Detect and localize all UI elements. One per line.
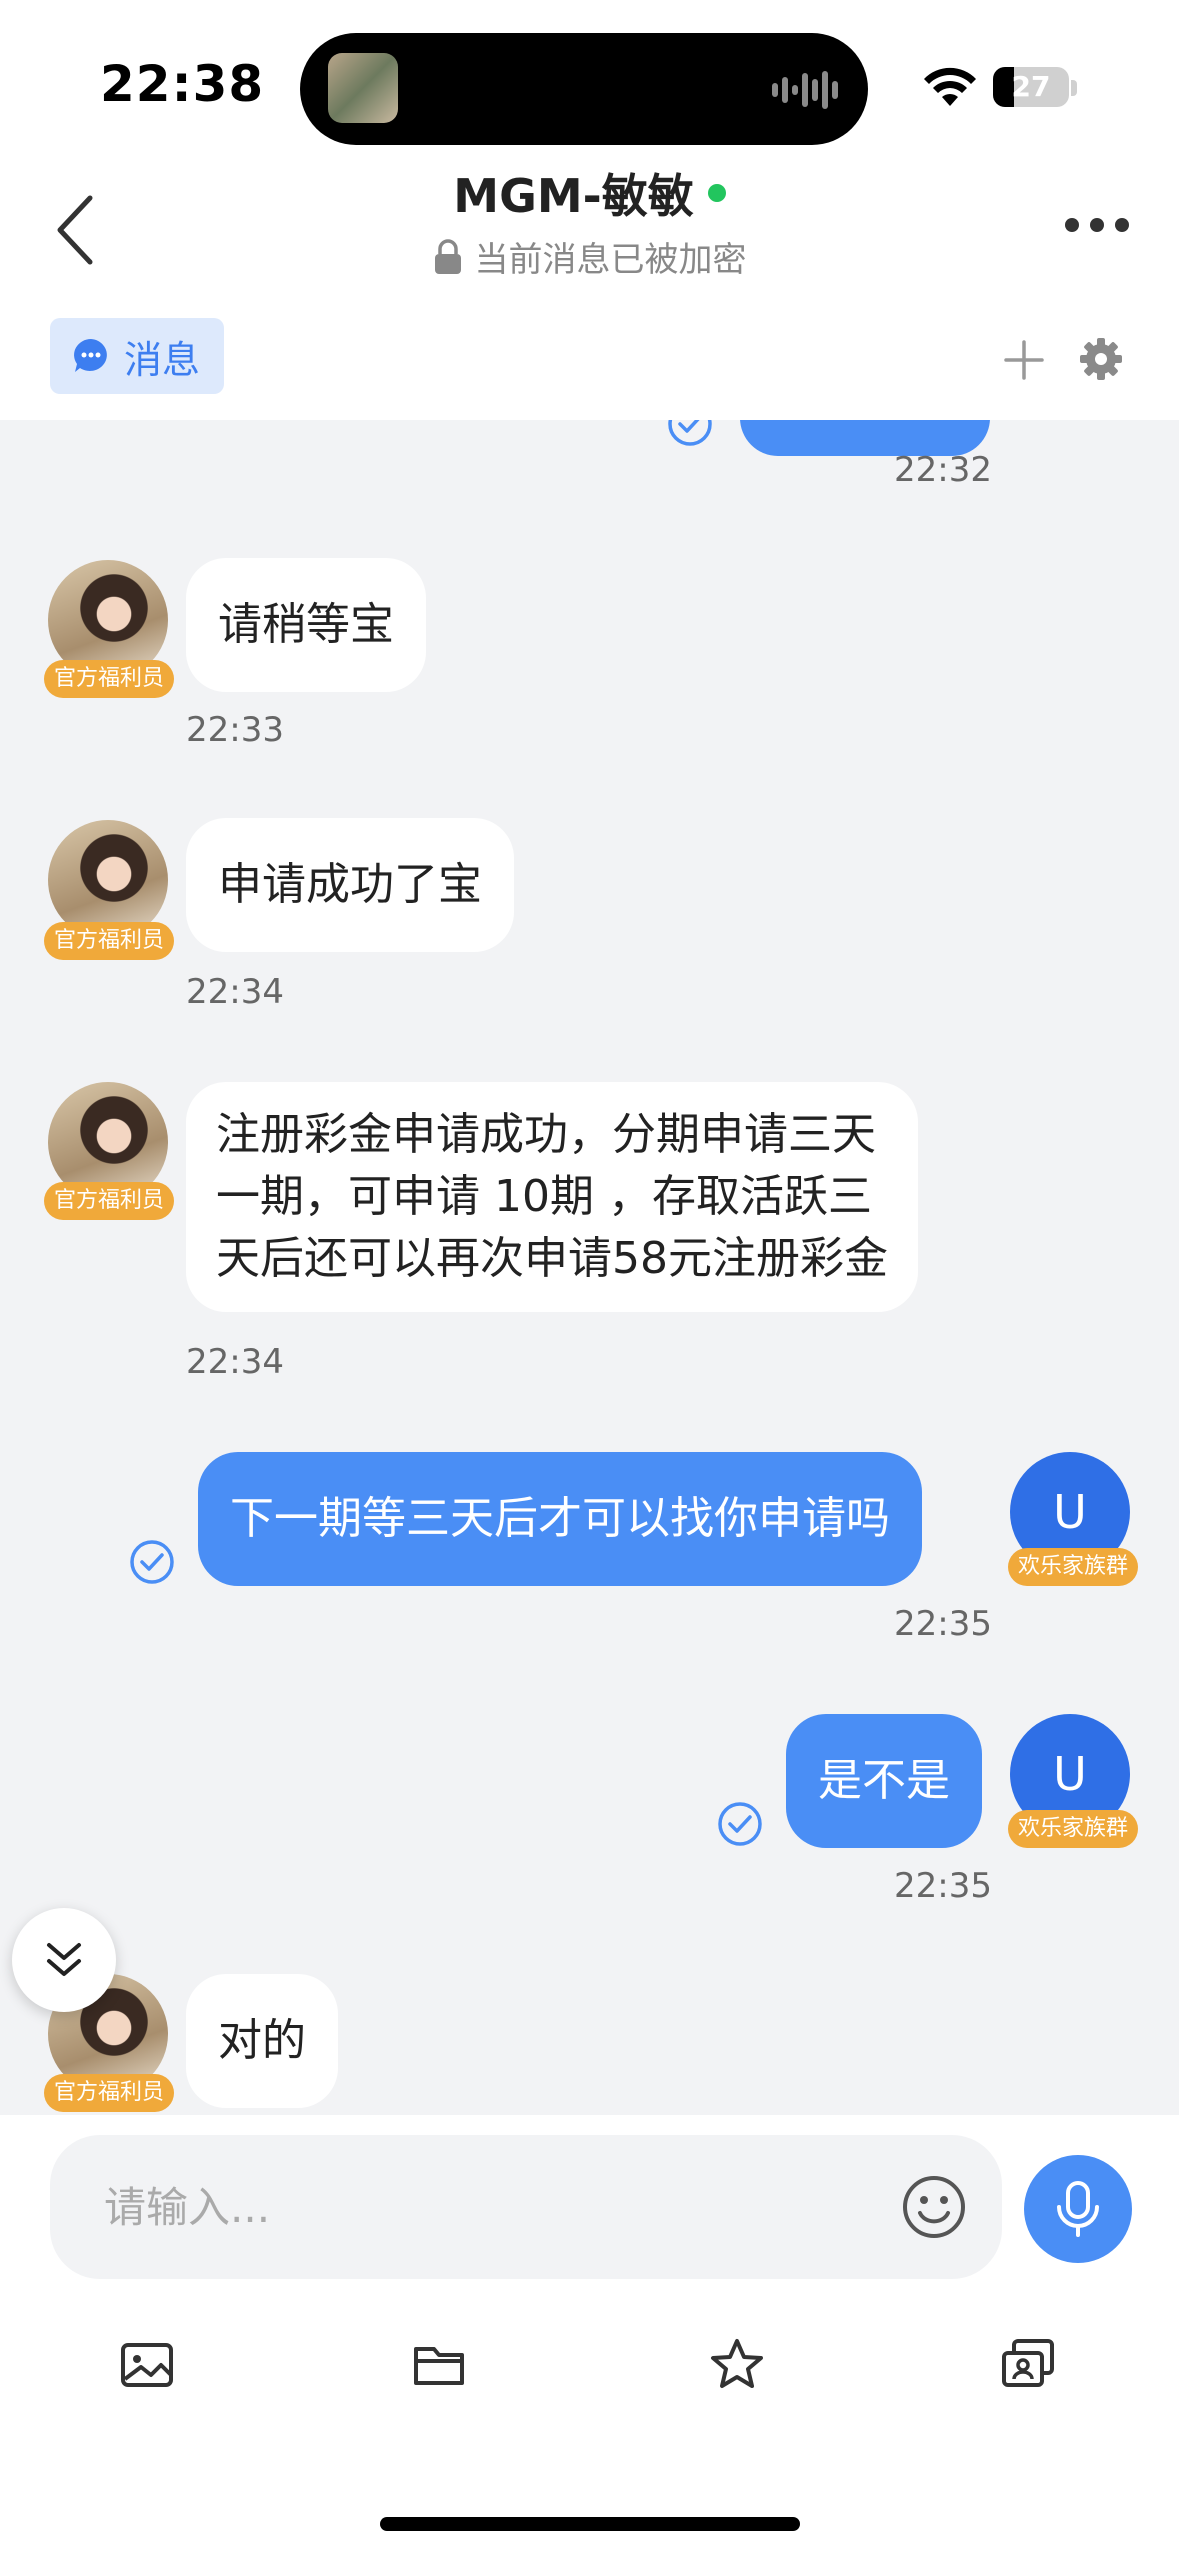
more-icon-dot	[1065, 218, 1079, 232]
folder-icon[interactable]	[410, 2335, 470, 2395]
more-icon-dot	[1090, 218, 1104, 232]
message-line: 一期，可申请 10期 ，存取活跃三	[216, 1171, 872, 1222]
battery-icon: 27	[993, 67, 1069, 107]
audio-wave-icon	[772, 71, 838, 109]
double-chevron-down-icon	[47, 1943, 81, 1976]
battery-tip	[1071, 80, 1077, 96]
message-time: 22:34	[186, 1342, 284, 1382]
check-circle-icon	[130, 1540, 174, 1584]
message-input-box[interactable]	[50, 2135, 1002, 2279]
message-time: 22:35	[894, 1604, 992, 1644]
message-bubble[interactable]: 是不是	[786, 1714, 982, 1848]
role-badge: 欢乐家族群	[1008, 1810, 1139, 1848]
scroll-to-bottom-button[interactable]	[12, 1908, 116, 2012]
role-badge: 欢乐家族群	[1008, 1548, 1139, 1586]
chat-title: MGM-敏敏	[0, 160, 1179, 226]
message-bubble[interactable]: 对的	[186, 1974, 338, 2108]
contact-name: MGM-敏敏	[453, 169, 694, 223]
check-circle-icon	[668, 420, 712, 446]
image-icon[interactable]	[117, 2335, 177, 2395]
now-playing-thumbnail	[328, 53, 398, 123]
message-bubble[interactable]: 申请成功了宝	[186, 818, 514, 952]
role-badge: 官方福利员	[44, 660, 175, 698]
tab-messages[interactable]: 消息	[50, 318, 224, 394]
role-badge: 官方福利员	[44, 922, 175, 960]
composer-area	[0, 2115, 1179, 2556]
message-bubble[interactable]: 请稍等宝	[186, 558, 426, 692]
message-line: 注册彩金申请成功，分期申请三天	[216, 1109, 876, 1160]
voice-input-button[interactable]	[1024, 2155, 1132, 2263]
status-time: 22:38	[100, 55, 265, 113]
role-badge: 官方福利员	[44, 1182, 175, 1220]
dynamic-island[interactable]	[300, 33, 868, 145]
message-time: 22:35	[894, 1866, 992, 1906]
tab-messages-label: 消息	[124, 337, 201, 382]
contact-card-icon[interactable]	[998, 2335, 1058, 2395]
message-input[interactable]	[104, 2175, 884, 2239]
message-bubble[interactable]: 注册彩金申请成功，分期申请三天 一期，可申请 10期 ，存取活跃三 天后还可以再…	[186, 1082, 918, 1312]
message-time: 22:34	[186, 972, 284, 1012]
home-indicator[interactable]	[380, 2517, 800, 2531]
more-options-button[interactable]	[1065, 218, 1129, 234]
lock-icon	[434, 238, 461, 274]
message-time: 22:33	[186, 710, 284, 750]
online-status-dot	[707, 184, 726, 202]
message-line: 天后还可以再次申请58元注册彩金	[216, 1233, 888, 1284]
gear-icon[interactable]	[1076, 334, 1126, 384]
check-circle-icon	[718, 1802, 762, 1846]
message-list[interactable]: 22:32 官方福利员 请稍等宝 22:33 官方福利员 申请成功了宝 22:3…	[0, 420, 1179, 2115]
chat-bubble-icon	[74, 339, 107, 372]
encryption-text: 当前消息已被加密	[474, 240, 747, 280]
role-badge: 官方福利员	[44, 2074, 175, 2112]
microphone-icon	[1057, 2181, 1099, 2237]
top-area: 22:38 27 MGM-敏敏 当前消息已被加密 消息	[0, 0, 1179, 420]
message-time: 22:32	[894, 450, 992, 490]
emoji-icon[interactable]	[900, 2173, 968, 2241]
message-bubble[interactable]: 下一期等三天后才可以找你申请吗	[198, 1452, 922, 1586]
more-icon-dot	[1115, 218, 1129, 232]
star-icon[interactable]	[707, 2335, 767, 2395]
wifi-icon	[924, 67, 976, 106]
battery-level: 27	[1011, 70, 1051, 103]
encryption-note: 当前消息已被加密	[0, 232, 1179, 281]
plus-button[interactable]	[1000, 336, 1048, 384]
